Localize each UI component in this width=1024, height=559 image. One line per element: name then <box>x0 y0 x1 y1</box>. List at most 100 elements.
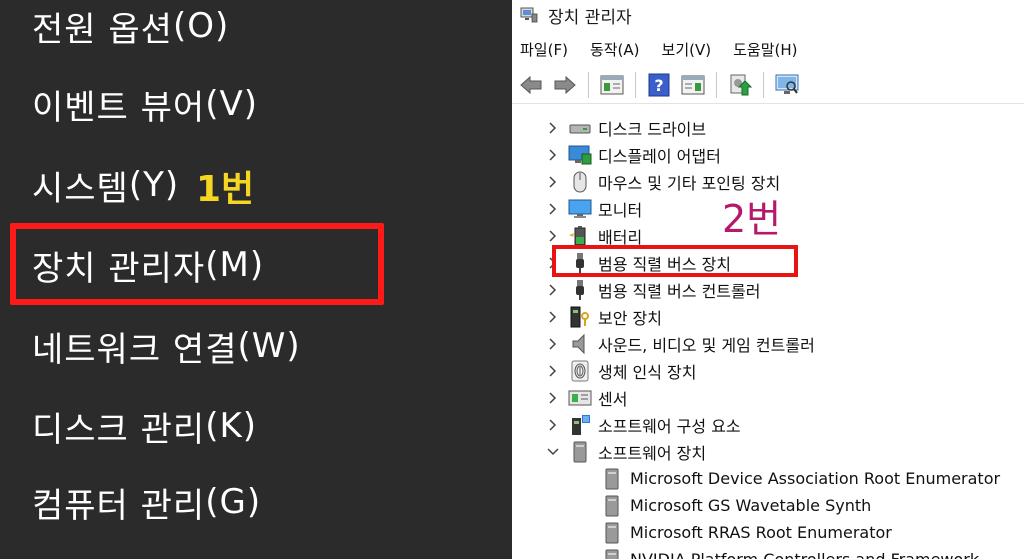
tree-leaf-label: Microsoft Device Association Root Enumer… <box>630 469 1001 488</box>
tree-leaf-software-device[interactable]: Microsoft Device Association Root Enumer… <box>512 465 1000 492</box>
device-manager-window: 장치 관리자 파일(F) 동작(A) 보기(V) 도움말(H) ? 디스크 드라… <box>512 0 1024 559</box>
tree-node-label: 디스플레이 어댑터 <box>598 146 721 166</box>
tree-node-sound-video-game[interactable]: 사운드, 비디오 및 게임 컨트롤러 <box>512 330 815 357</box>
menu-action[interactable]: 동작(A) <box>590 39 640 60</box>
menu-item-label: 시스템 <box>32 168 129 209</box>
chevron-down-icon[interactable] <box>546 445 560 459</box>
chevron-right-icon[interactable] <box>546 148 560 162</box>
tree-node-disk-drives[interactable]: 디스크 드라이브 <box>512 114 706 141</box>
software-device-icon <box>600 549 624 559</box>
tree-node-software-devices[interactable]: 소프트웨어 장치 <box>512 438 706 465</box>
properties-button[interactable] <box>680 72 706 98</box>
menu-item-event-viewer[interactable]: 이벤트 뷰어 (V) <box>32 74 258 134</box>
monitor-icon <box>568 198 592 220</box>
tree-node-label: 소프트웨어 구성 요소 <box>598 416 741 436</box>
tree-leaf-software-device[interactable]: NVIDIA Platform Controllers and Framewor… <box>512 546 979 559</box>
sensor-icon <box>568 387 592 409</box>
menu-item-disk-management[interactable]: 디스크 관리 (K) <box>32 396 257 456</box>
toolbar-separator <box>635 71 636 98</box>
properties-icon <box>681 75 705 94</box>
tree-leaf-software-device[interactable]: Microsoft GS Wavetable Synth <box>512 492 871 519</box>
speaker-icon <box>568 333 592 355</box>
menu-item-accelerator: (Y) <box>128 165 180 205</box>
chevron-right-icon[interactable] <box>546 283 560 297</box>
tree-leaf-software-device[interactable]: Microsoft RRAS Root Enumerator <box>512 519 892 546</box>
step-annotation-1: 1번 <box>196 169 255 210</box>
toolbar-separator <box>588 71 589 98</box>
tree-node-security-devices[interactable]: 보안 장치 <box>512 303 662 330</box>
forward-button[interactable] <box>552 72 578 98</box>
menu-file[interactable]: 파일(F) <box>520 39 568 60</box>
software-device-icon <box>600 468 624 490</box>
tree-node-biometric-devices[interactable]: 생체 인식 장치 <box>512 357 697 384</box>
update-driver-button[interactable] <box>727 72 753 98</box>
tree-node-label: 모니터 <box>598 200 643 220</box>
back-arrow-icon <box>520 75 542 94</box>
tree-node-monitors[interactable]: 모니터 <box>512 195 642 222</box>
menu-item-network-connections[interactable]: 네트워크 연결 (W) <box>32 316 301 376</box>
tree-node-sensors[interactable]: 센서 <box>512 384 627 411</box>
chevron-right-icon[interactable] <box>546 391 560 405</box>
menu-item-label: 네트워크 연결 <box>32 329 238 370</box>
software-device-icon <box>568 441 592 463</box>
chevron-right-icon[interactable] <box>546 121 560 135</box>
help-button[interactable]: ? <box>646 72 672 98</box>
tree-node-display-adapters[interactable]: 디스플레이 어댑터 <box>512 141 721 168</box>
software-device-icon <box>600 522 624 544</box>
menu-item-accelerator: (G) <box>205 482 262 522</box>
highlight-box-usb-devices <box>552 245 798 277</box>
tree-leaf-label: Microsoft RRAS Root Enumerator <box>630 523 892 542</box>
menu-bar: 파일(F) 동작(A) 보기(V) 도움말(H) <box>512 34 1024 64</box>
menu-item-label: 디스크 관리 <box>32 409 206 450</box>
chevron-right-icon[interactable] <box>546 229 560 243</box>
software-component-icon <box>568 414 592 436</box>
window-title: 장치 관리자 <box>548 7 632 28</box>
console-tree-icon <box>600 75 624 94</box>
mouse-icon <box>568 171 592 193</box>
back-button[interactable] <box>518 72 544 98</box>
chevron-right-icon[interactable] <box>546 337 560 351</box>
chevron-right-icon[interactable] <box>546 175 560 189</box>
menu-item-system[interactable]: 시스템 (Y) <box>32 155 179 215</box>
menu-item-computer-management[interactable]: 컴퓨터 관리 (G) <box>32 472 261 532</box>
menu-item-accelerator: (K) <box>205 406 258 446</box>
fingerprint-icon <box>568 360 592 382</box>
win-x-menu: 전원 옵션 (O) 이벤트 뷰어 (V) 시스템 (Y) 장치 관리자 (M) 네트워크… <box>0 0 512 559</box>
tree-node-label: 생체 인식 장치 <box>598 362 697 382</box>
tree-node-label: 보안 장치 <box>598 308 662 328</box>
help-icon: ? <box>648 73 670 96</box>
menu-view[interactable]: 보기(V) <box>662 39 712 60</box>
scan-hardware-button[interactable] <box>774 72 800 98</box>
scan-hardware-icon <box>775 74 799 94</box>
tree-node-software-components[interactable]: 소프트웨어 구성 요소 <box>512 411 741 438</box>
tree-node-usb-controllers[interactable]: 범용 직렬 버스 컨트롤러 <box>512 276 760 303</box>
device-manager-icon <box>520 7 538 23</box>
toolbar: ? <box>512 66 1024 104</box>
svg-text:?: ? <box>654 76 663 95</box>
title-bar: 장치 관리자 <box>512 0 1024 30</box>
chevron-right-icon[interactable] <box>546 202 560 216</box>
tree-node-label: 소프트웨어 장치 <box>598 443 707 463</box>
disk-drive-icon <box>568 117 592 139</box>
chevron-right-icon[interactable] <box>546 310 560 324</box>
chevron-right-icon[interactable] <box>546 418 560 432</box>
show-hide-console-tree-button[interactable] <box>599 72 625 98</box>
chevron-right-icon[interactable] <box>546 364 560 378</box>
highlight-box-device-manager <box>10 223 384 305</box>
menu-item-accelerator: (V) <box>205 84 259 124</box>
menu-help[interactable]: 도움말(H) <box>733 39 797 60</box>
tree-node-label: 디스크 드라이브 <box>598 119 707 139</box>
menu-item-label: 전원 옵션 <box>32 9 173 50</box>
menu-item-power-options[interactable]: 전원 옵션 (O) <box>32 0 229 56</box>
menu-item-accelerator: (W) <box>237 326 301 366</box>
tree-node-label: 범용 직렬 버스 컨트롤러 <box>598 281 761 301</box>
device-tree: 디스크 드라이브 디스플레이 어댑터 마우스 및 기타 포인팅 장치 모니터 배… <box>512 112 1024 559</box>
tree-node-label: 배터리 <box>598 227 643 247</box>
usb-controller-icon <box>568 279 592 301</box>
menu-item-label: 이벤트 뷰어 <box>32 87 206 128</box>
toolbar-separator <box>763 71 764 98</box>
menu-item-label: 컴퓨터 관리 <box>32 485 206 526</box>
update-driver-icon <box>730 74 752 95</box>
security-icon <box>568 306 592 328</box>
step-annotation-2: 2번 <box>722 197 782 241</box>
